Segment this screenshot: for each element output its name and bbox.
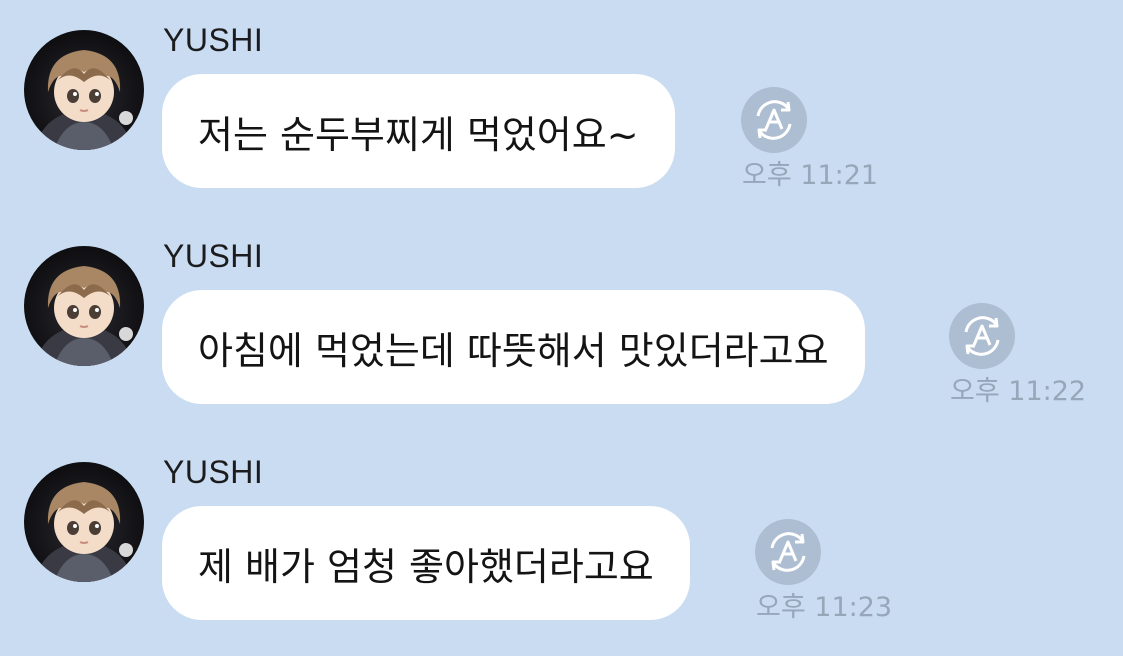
message-timestamp: 오후 11:21	[742, 160, 879, 191]
message-row: YUSHI 제 배가 엄청 좋아했더라고요 오후 11:23	[0, 432, 1123, 632]
chat-message-list: YUSHI 저는 순두부찌게 먹었어요~ 오후 11:21 YUSHI 아침에 …	[0, 0, 1123, 656]
avatar[interactable]	[24, 246, 144, 366]
avatar-icon	[34, 482, 134, 582]
sender-name: YUSHI	[163, 454, 264, 490]
message-bubble[interactable]: 아침에 먹었는데 따뜻해서 맛있더라고요	[162, 290, 865, 404]
message-row: YUSHI 아침에 먹었는데 따뜻해서 맛있더라고요 오후 11:22	[0, 216, 1123, 416]
sender-name: YUSHI	[163, 22, 264, 58]
sender-name: YUSHI	[163, 238, 264, 274]
message-bubble[interactable]: 저는 순두부찌게 먹었어요~	[162, 74, 675, 188]
translate-button[interactable]	[949, 303, 1015, 369]
auto-translate-icon	[964, 316, 1000, 356]
avatar-icon	[34, 50, 134, 150]
avatar-icon	[34, 266, 134, 366]
avatar[interactable]	[24, 462, 144, 582]
translate-button[interactable]	[755, 519, 821, 585]
message-bubble[interactable]: 제 배가 엄청 좋아했더라고요	[162, 506, 690, 620]
translate-button[interactable]	[741, 87, 807, 153]
auto-translate-icon	[770, 532, 806, 572]
auto-translate-icon	[756, 100, 792, 140]
message-row: YUSHI 저는 순두부찌게 먹었어요~ 오후 11:21	[0, 0, 1123, 200]
message-timestamp: 오후 11:22	[950, 376, 1087, 407]
message-timestamp: 오후 11:23	[756, 592, 893, 623]
avatar[interactable]	[24, 30, 144, 150]
